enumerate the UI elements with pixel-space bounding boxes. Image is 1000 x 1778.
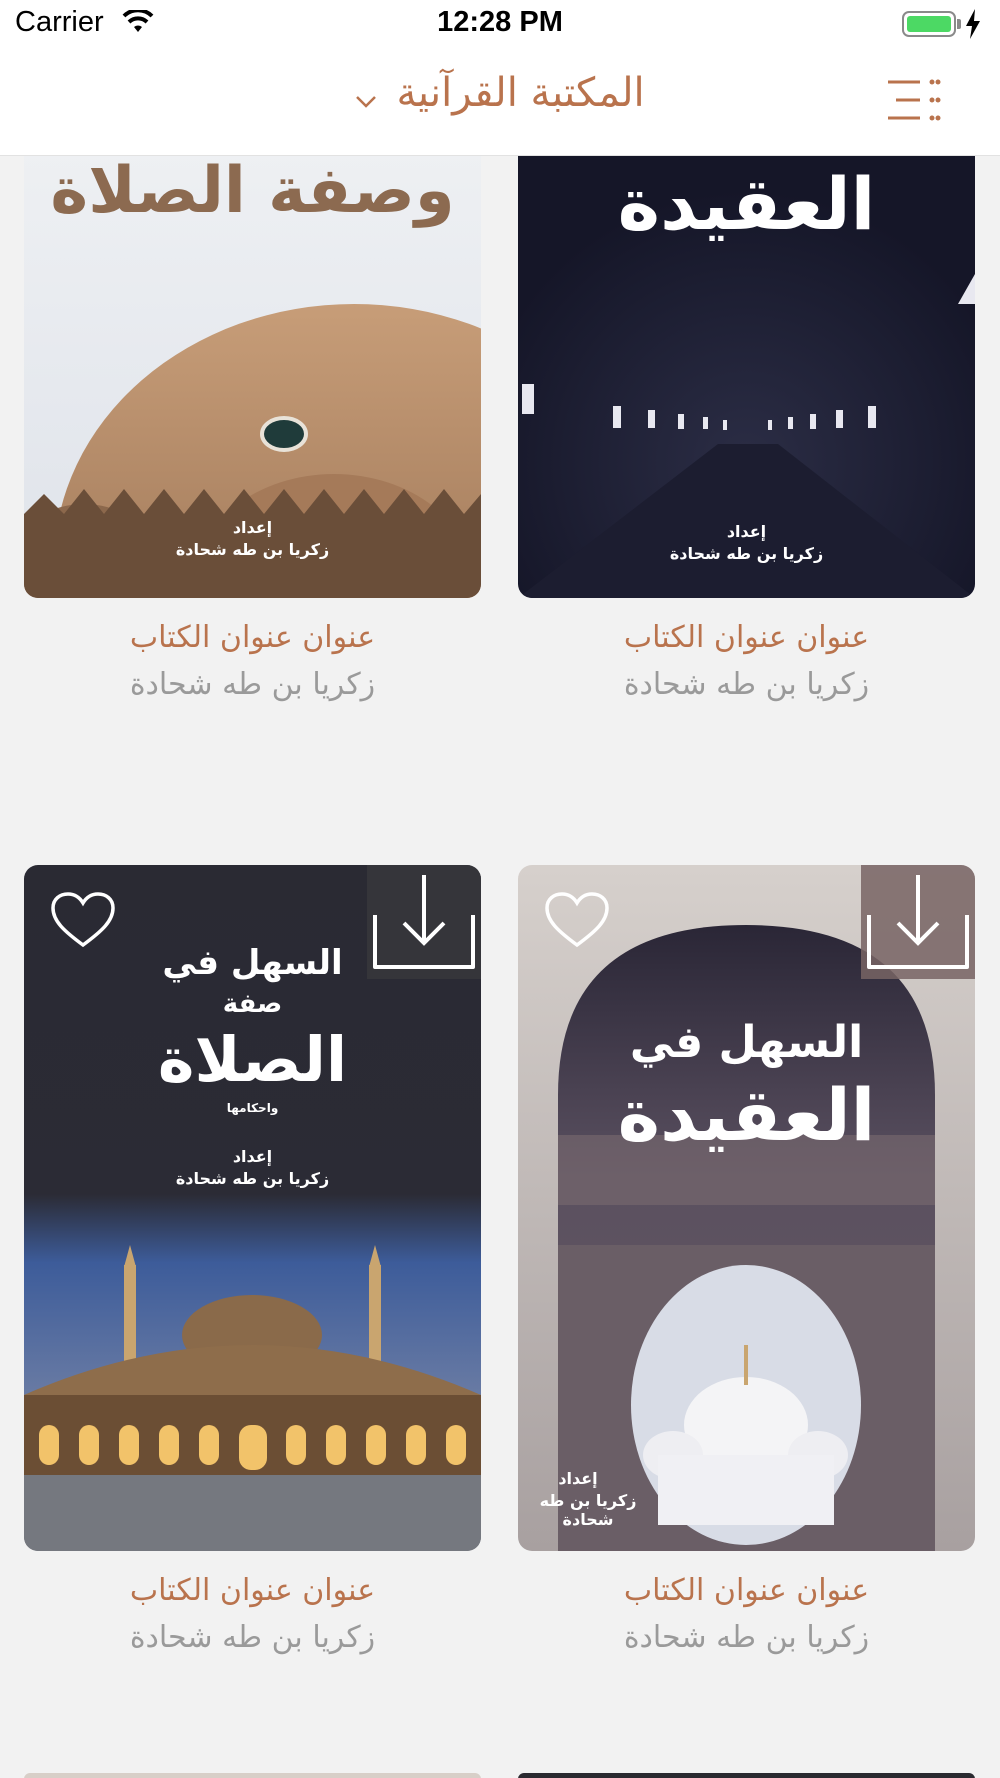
heart-icon[interactable] [50,891,116,949]
battery-icon [902,11,956,37]
cover-author: زكريا بن طه شحادة [669,544,824,563]
download-icon [867,875,969,969]
book-title[interactable]: عنوان عنوان الكتاب [24,1573,481,1608]
book-cover[interactable]: السهل في العقيدة إعداد زكريا بن طه شحادة [518,865,975,1551]
book-card[interactable]: السهل في صفة الصلاة واحكامها إعداد زكريا… [24,865,481,1655]
book-cover[interactable]: السهل في صفة الصلاة واحكامها إعداد زكريا… [24,865,481,1551]
book-title[interactable]: عنوان عنوان الكتاب [24,620,481,655]
cover-author: زكريا بن طه شحادة [539,1491,637,1529]
cover-subtitle: واحكامها [226,1101,279,1115]
status-bar: Carrier 12:28 PM [0,0,1000,50]
book-card-partial[interactable] [518,1773,975,1778]
book-author: زكريا بن طه شحادة [623,667,870,702]
page-title: المكتبة القرآنية [396,70,645,116]
book-card[interactable]: وصفة الصلاة إعداد زكريا بن طه شحادة عنوا… [24,156,481,702]
download-button[interactable] [367,865,481,979]
download-button[interactable] [861,865,975,979]
download-icon [373,875,475,969]
cover-author: زكريا بن طه شحادة [175,1169,330,1188]
book-title[interactable]: عنوان عنوان الكتاب [518,1573,975,1608]
book-card-partial[interactable] [24,1773,481,1778]
cover-title: وصفة الصلاة [50,156,455,228]
book-grid: وصفة الصلاة إعداد زكريا بن طه شحادة عنوا… [0,156,1000,1778]
navigation-bar: المكتبة القرآنية [0,50,1000,156]
cover-prepared-by: إعداد [558,1469,598,1488]
cover-title-line-1: السهل في [629,1017,864,1068]
cover-prepared-by: إعداد [726,522,767,541]
book-cover[interactable]: وصفة الصلاة إعداد زكريا بن طه شحادة [24,156,481,598]
charging-bolt-icon [966,9,980,39]
book-card[interactable]: العقيدة إعداد زكريا بن طه شحادة عنوان عن… [518,156,975,702]
cover-title-line-3: الصلاة [157,1023,348,1096]
battery-cap [957,19,961,29]
book-card[interactable]: السهل في العقيدة إعداد زكريا بن طه شحادة… [518,865,975,1655]
book-cover[interactable]: العقيدة إعداد زكريا بن طه شحادة [518,156,975,598]
book-title[interactable]: عنوان عنوان الكتاب [518,620,975,655]
cover-title-line-2: صفة [222,989,283,1019]
cover-prepared-by: إعداد [232,518,273,537]
book-author: زكريا بن طه شحادة [623,1620,870,1655]
library-dropdown[interactable]: المكتبة القرآنية [0,70,1000,116]
cover-author: زكريا بن طه شحادة [175,540,330,559]
cover-title-line-2: العقيدة [617,1073,876,1157]
battery-level [907,16,951,32]
heart-icon[interactable] [544,891,610,949]
chevron-down-icon [356,95,377,108]
cover-prepared-by: إعداد [232,1147,273,1166]
cover-title: العقيدة [617,162,876,246]
book-author: زكريا بن طه شحادة [129,1620,376,1655]
clock: 12:28 PM [437,6,563,38]
menu-lines-icon[interactable] [880,78,942,122]
book-author: زكريا بن طه شحادة [129,667,376,702]
